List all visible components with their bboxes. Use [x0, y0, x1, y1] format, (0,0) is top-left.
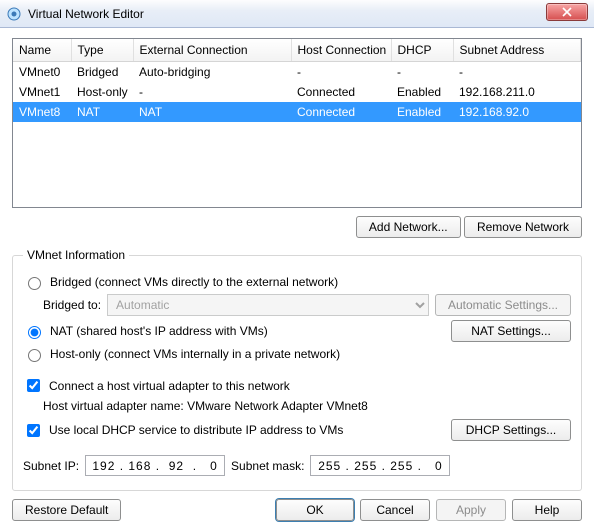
hostonly-radio[interactable]	[28, 349, 41, 362]
vmnet-information-legend: VMnet Information	[23, 248, 129, 262]
table-row[interactable]: VMnet1 Host-only - Connected Enabled 192…	[13, 82, 581, 102]
table-row[interactable]: VMnet8 NAT NAT Connected Enabled 192.168…	[13, 102, 581, 122]
table-row[interactable]: VMnet0 Bridged Auto-bridging - - -	[13, 62, 581, 83]
col-type[interactable]: Type	[71, 39, 133, 62]
close-button[interactable]	[546, 3, 588, 21]
vmnet-information-group: VMnet Information Bridged (connect VMs d…	[12, 248, 582, 491]
bridged-label: Bridged (connect VMs directly to the ext…	[50, 275, 338, 289]
apply-button: Apply	[436, 499, 506, 521]
use-dhcp-checkbox[interactable]	[27, 424, 40, 437]
connect-host-adapter-label: Connect a host virtual adapter to this n…	[49, 379, 290, 393]
subnet-ip-label: Subnet IP:	[23, 459, 79, 473]
app-icon	[6, 6, 22, 22]
col-name[interactable]: Name	[13, 39, 71, 62]
hostonly-label: Host-only (connect VMs internally in a p…	[50, 347, 340, 361]
subnet-ip-input[interactable]	[85, 455, 225, 476]
table-header-row: Name Type External Connection Host Conne…	[13, 39, 581, 62]
subnet-mask-label: Subnet mask:	[231, 459, 304, 473]
add-network-button[interactable]: Add Network...	[356, 216, 461, 238]
window-title: Virtual Network Editor	[28, 7, 144, 21]
col-dhcp[interactable]: DHCP	[391, 39, 453, 62]
remove-network-button[interactable]: Remove Network	[464, 216, 582, 238]
bridged-radio[interactable]	[28, 277, 41, 290]
nat-label: NAT (shared host's IP address with VMs)	[50, 324, 268, 338]
restore-default-button[interactable]: Restore Default	[12, 499, 121, 521]
col-ext[interactable]: External Connection	[133, 39, 291, 62]
cancel-button[interactable]: Cancel	[360, 499, 430, 521]
subnet-mask-input[interactable]	[310, 455, 450, 476]
host-adapter-name-line: Host virtual adapter name: VMware Networ…	[43, 399, 571, 413]
connect-host-adapter-checkbox[interactable]	[27, 379, 40, 392]
title-bar: Virtual Network Editor	[0, 0, 594, 28]
nat-radio[interactable]	[28, 326, 41, 339]
help-button[interactable]: Help	[512, 499, 582, 521]
networks-table[interactable]: Name Type External Connection Host Conne…	[12, 38, 582, 208]
ok-button[interactable]: OK	[276, 499, 354, 521]
bridged-to-label: Bridged to:	[43, 298, 101, 312]
bridged-to-select: Automatic	[107, 294, 429, 316]
use-dhcp-label: Use local DHCP service to distribute IP …	[49, 423, 343, 437]
dhcp-settings-button[interactable]: DHCP Settings...	[451, 419, 571, 441]
col-host[interactable]: Host Connection	[291, 39, 391, 62]
automatic-settings-button: Automatic Settings...	[435, 294, 571, 316]
nat-settings-button[interactable]: NAT Settings...	[451, 320, 571, 342]
col-subnet[interactable]: Subnet Address	[453, 39, 581, 62]
